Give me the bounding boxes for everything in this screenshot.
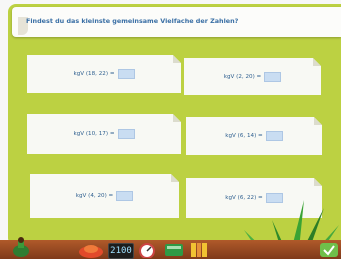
potion-icon[interactable] (10, 236, 32, 258)
question-banner: Findest du das kleinste gemeinsame Vielf… (12, 7, 341, 37)
task-label: kgV (4, 20) = (75, 193, 114, 199)
task-card-2: kgV (2, 20) = (184, 58, 321, 95)
task-label: kgV (2, 20) = (223, 73, 262, 80)
task-card-1: kgV (18, 22) = (27, 55, 181, 93)
question-text: Findest du das kleinste gemeinsame Vielf… (26, 17, 239, 25)
check-icon[interactable] (319, 241, 339, 258)
answer-input[interactable] (266, 131, 283, 141)
task-card-4: kgV (6, 14) = (186, 117, 322, 155)
red-blob-icon[interactable] (78, 242, 104, 258)
task-card-3: kgV (10, 17) = (27, 114, 181, 154)
answer-input[interactable] (118, 129, 135, 139)
app-window: Findest du das kleinste gemeinsame Vielf… (0, 0, 341, 259)
answer-input[interactable] (264, 72, 281, 82)
clock-icon: 2100 (110, 246, 132, 256)
task-card-5: kgV (4, 20) = (30, 174, 179, 218)
answer-input[interactable] (118, 69, 135, 79)
task-label: kgV (10, 17) = (73, 131, 115, 137)
task-label: kgV (18, 22) = (73, 71, 115, 77)
clock-display: 2100 (108, 243, 134, 259)
green-book-icon[interactable] (163, 241, 185, 258)
task-label: kgV (6, 14) = (225, 133, 263, 139)
gauge-icon[interactable] (137, 241, 157, 258)
answer-input[interactable] (116, 191, 133, 201)
shelf-icon[interactable] (190, 241, 214, 258)
